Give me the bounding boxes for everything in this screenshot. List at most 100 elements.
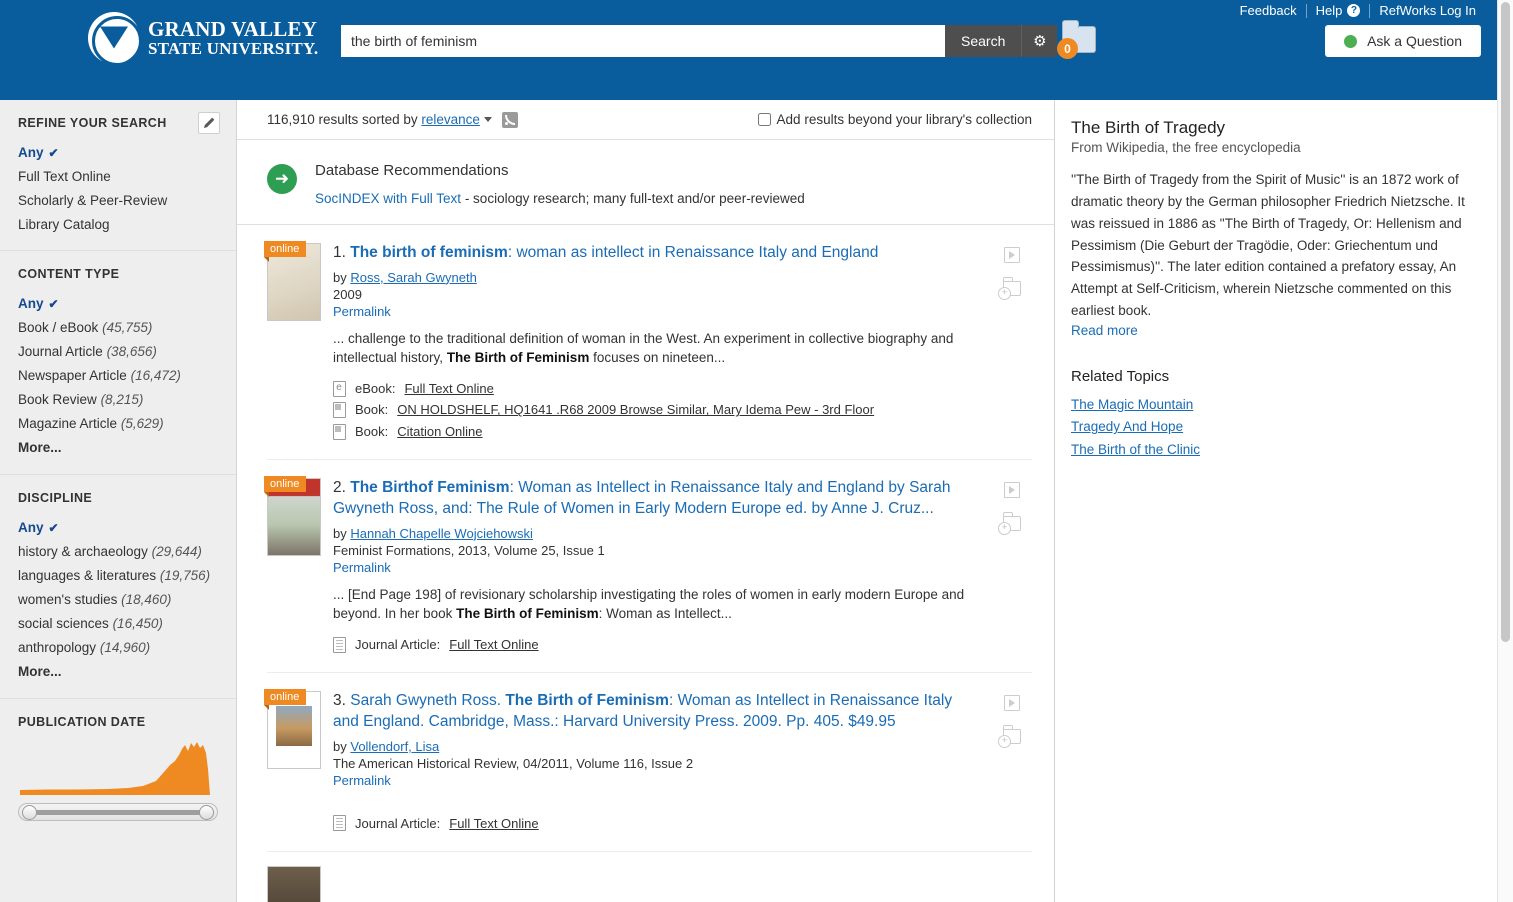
add-to-folder-icon[interactable] bbox=[998, 277, 1021, 300]
refworks-login-link[interactable]: RefWorks Log In bbox=[1370, 3, 1485, 18]
result-thumbnail-wrap: online bbox=[264, 689, 333, 835]
preview-icon[interactable] bbox=[1004, 247, 1020, 263]
related-topic-link[interactable]: The Magic Mountain bbox=[1071, 394, 1489, 416]
slider-handle-start[interactable] bbox=[22, 805, 37, 820]
help-link[interactable]: Help? bbox=[1307, 3, 1370, 18]
slider-handle-end[interactable] bbox=[199, 805, 214, 820]
green-arrow-icon bbox=[267, 164, 297, 194]
ask-a-question-button[interactable]: Ask a Question bbox=[1325, 25, 1481, 57]
facet-languages-literatures[interactable]: languages & literatures (19,756) bbox=[18, 563, 218, 587]
add-results-beyond-library-toggle[interactable]: Add results beyond your library's collec… bbox=[757, 112, 1032, 127]
snippet-post: focuses on nineteen... bbox=[589, 349, 726, 365]
facet-label: Any bbox=[18, 295, 44, 311]
preview-icon[interactable] bbox=[1004, 482, 1020, 499]
facet-library-catalog[interactable]: Library Catalog bbox=[18, 212, 218, 236]
database-recommendations-title: Database Recommendations bbox=[315, 162, 509, 179]
facet-content-type-any[interactable]: Any ✔ bbox=[18, 291, 218, 315]
facet-womens-studies[interactable]: women's studies (18,460) bbox=[18, 587, 218, 611]
facet-book-ebook[interactable]: Book / eBook (45,755) bbox=[18, 315, 218, 339]
facet-anthropology[interactable]: anthropology (14,960) bbox=[18, 635, 218, 659]
result-snippet: ... [End Page 198] of revisionary schola… bbox=[333, 585, 982, 623]
result-title-link[interactable]: 1. The birth of feminism: woman as intel… bbox=[333, 243, 982, 264]
logo-line-1: GRAND VALLEY bbox=[148, 17, 318, 41]
facet-label: history & archaeology bbox=[18, 543, 148, 559]
facet-discipline-any[interactable]: Any ✔ bbox=[18, 515, 218, 539]
facet-scholarly-peer-review[interactable]: Scholarly & Peer-Review bbox=[18, 188, 218, 212]
results-column: 116,910 results sorted by relevance Add … bbox=[237, 100, 1055, 902]
facets-sidebar: REFINE YOUR SEARCH Any ✔ Full Text Online… bbox=[0, 100, 237, 902]
check-icon: ✔ bbox=[48, 145, 59, 160]
rss-feed-icon[interactable] bbox=[501, 111, 518, 128]
search-bar: Search ⚙ bbox=[341, 25, 1058, 57]
feedback-link[interactable]: Feedback bbox=[1240, 3, 1306, 18]
result-number: 3. bbox=[333, 692, 346, 710]
availability-link[interactable]: ON HOLDSHELF, HQ1641 .R68 2009 Browse Si… bbox=[397, 400, 874, 420]
snippet-highlight: The Birth of Feminism bbox=[456, 605, 599, 621]
facet-count: (19,756) bbox=[159, 567, 211, 583]
result-permalink-link[interactable]: Permalink bbox=[333, 304, 982, 319]
university-logo[interactable]: GRAND VALLEY STATE UNIVERSITY. bbox=[88, 12, 318, 66]
publication-date-slider[interactable] bbox=[18, 803, 218, 821]
result-author-link[interactable]: Vollendorf, Lisa bbox=[350, 739, 439, 754]
chevron-down-icon[interactable] bbox=[483, 117, 492, 122]
result-title-link[interactable] bbox=[333, 866, 1022, 887]
related-topic-link[interactable]: Tragedy And Hope bbox=[1071, 416, 1489, 438]
facet-label: social sciences bbox=[18, 615, 109, 631]
discipline-more-button[interactable]: More... bbox=[18, 659, 218, 684]
folder-button[interactable]: 0 bbox=[1057, 20, 1099, 62]
online-availability-badge: online bbox=[264, 689, 307, 711]
result-title-rest: : woman as intellect in Renaissance Ital… bbox=[507, 244, 879, 261]
question-mark-icon: ? bbox=[1347, 4, 1361, 17]
facet-full-text-online[interactable]: Full Text Online bbox=[18, 164, 218, 188]
add-to-folder-icon[interactable] bbox=[998, 512, 1021, 536]
edit-search-pencil-icon[interactable] bbox=[198, 112, 220, 134]
result-author-link[interactable]: Ross, Sarah Gwyneth bbox=[350, 270, 476, 285]
availability-prefix: eBook: bbox=[355, 380, 396, 396]
add-to-folder-icon[interactable] bbox=[998, 725, 1021, 749]
result-permalink-link[interactable]: Permalink bbox=[333, 773, 982, 788]
availability-link[interactable]: Full Text Online bbox=[404, 379, 493, 399]
availability-link[interactable]: Full Text Online bbox=[449, 814, 538, 834]
availability-link[interactable]: Full Text Online bbox=[449, 635, 538, 655]
availability-row: eBook: Full Text Online bbox=[333, 379, 982, 399]
page-scrollbar[interactable] bbox=[1497, 0, 1513, 902]
socindex-link[interactable]: SocINDEX with Full Text bbox=[315, 191, 461, 206]
search-button[interactable]: Search bbox=[945, 25, 1022, 57]
facet-book-review[interactable]: Book Review (8,215) bbox=[18, 387, 218, 411]
add-results-beyond-library-checkbox[interactable] bbox=[757, 113, 771, 126]
book-cover-thumbnail[interactable] bbox=[267, 866, 321, 902]
content-type-more-button[interactable]: More... bbox=[18, 435, 218, 460]
availability-row: Journal Article: Full Text Online bbox=[333, 635, 982, 655]
result-meta: 2009 bbox=[333, 286, 362, 302]
site-header: Feedback Help? RefWorks Log In GRAND VAL… bbox=[0, 0, 1497, 100]
result-author-link[interactable]: Hannah Chapelle Wojciehowski bbox=[350, 526, 533, 541]
search-settings-gear-icon[interactable]: ⚙ bbox=[1021, 25, 1058, 57]
facet-newspaper-article[interactable]: Newspaper Article (16,472) bbox=[18, 363, 218, 387]
result-title-link[interactable]: 2. The Birthof Feminism: Woman as Intell… bbox=[333, 478, 982, 519]
related-topic-link[interactable]: The Birth of the Clinic bbox=[1071, 439, 1489, 461]
result-content: 2. The Birthof Feminism: Woman as Intell… bbox=[333, 478, 992, 656]
facet-history-archaeology[interactable]: history & archaeology (29,644) bbox=[18, 539, 218, 563]
search-input[interactable] bbox=[341, 25, 945, 57]
add-results-beyond-library-label: Add results beyond your library's collec… bbox=[776, 112, 1032, 127]
result-permalink-link[interactable]: Permalink bbox=[333, 560, 982, 575]
availability-prefix: Book: bbox=[355, 423, 389, 439]
refine-section-title: REFINE YOUR SEARCH bbox=[18, 116, 167, 130]
scrollbar-thumb[interactable] bbox=[1501, 2, 1510, 642]
facet-count: (8,215) bbox=[100, 391, 144, 407]
sort-by-dropdown[interactable]: relevance bbox=[421, 112, 480, 127]
facet-social-sciences[interactable]: social sciences (16,450) bbox=[18, 611, 218, 635]
availability-link[interactable]: Citation Online bbox=[397, 422, 482, 442]
facet-magazine-article[interactable]: Magazine Article (5,629) bbox=[18, 411, 218, 435]
read-more-link[interactable]: Read more bbox=[1071, 323, 1138, 338]
result-thumbnail-wrap: online bbox=[264, 476, 333, 656]
facet-refine-any[interactable]: Any ✔ bbox=[18, 140, 218, 164]
facet-count: (45,755) bbox=[102, 319, 153, 335]
availability-row: Book: Citation Online bbox=[333, 422, 982, 442]
result-title-link[interactable]: 3. Sarah Gwyneth Ross. The Birth of Femi… bbox=[333, 691, 982, 732]
preview-icon[interactable] bbox=[1004, 695, 1020, 712]
facet-label: Magazine Article bbox=[18, 415, 118, 431]
facet-journal-article[interactable]: Journal Article (38,656) bbox=[18, 339, 218, 363]
publication-date-histogram bbox=[18, 739, 216, 797]
result-thumbnail-wrap: online bbox=[264, 241, 333, 443]
